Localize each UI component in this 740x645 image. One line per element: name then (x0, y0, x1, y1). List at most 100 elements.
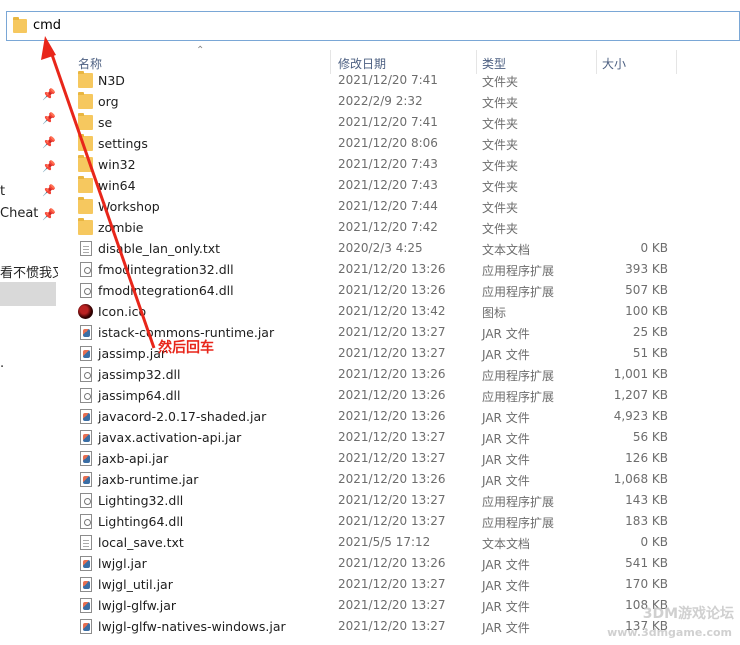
file-row[interactable]: Icon.ico 2021/12/20 13:42 图标 100 KB (60, 301, 740, 322)
file-size: 56 KB (632, 430, 668, 444)
dll-file-icon (80, 283, 92, 298)
file-date: 2021/12/20 13:26 (338, 472, 446, 486)
file-type: 图标 (482, 306, 507, 320)
file-date: 2021/12/20 13:27 (338, 598, 446, 612)
file-type: 应用程序扩展 (482, 264, 555, 278)
nav-item[interactable]: t (0, 184, 58, 199)
file-size: 0 KB (640, 241, 668, 255)
nav-item[interactable]: 看不惯我又 (0, 262, 58, 281)
file-row[interactable]: lwjgl.jar 2021/12/20 13:26 JAR 文件 541 KB (60, 553, 740, 574)
file-row[interactable]: disable_lan_only.txt 2020/2/3 4:25 文本文档 0 K… (60, 238, 740, 259)
jar-file-icon (80, 409, 92, 424)
file-date: 2021/12/20 13:26 (338, 409, 446, 423)
file-date: 2021/12/20 13:26 (338, 388, 446, 402)
folder-icon (78, 113, 93, 130)
file-row[interactable]: zombie 2021/12/20 7:42 文件夹 (60, 217, 740, 238)
file-row[interactable]: jassimp64.dll 2021/12/20 13:26 应用程序扩展 1,207… (60, 385, 740, 406)
file-row[interactable]: Lighting64.dll 2021/12/20 13:27 应用程序扩展 183 … (60, 511, 740, 532)
file-type: 文件夹 (482, 75, 519, 89)
file-row[interactable]: jaxb-api.jar 2021/12/20 13:27 JAR 文件 126 KB (60, 448, 740, 469)
file-row[interactable]: N3D 2021/12/20 7:41 文件夹 (60, 70, 740, 91)
file-name: lwjgl-glfw-natives-windows.jar (98, 619, 286, 634)
file-type: JAR 文件 (482, 600, 530, 614)
folder-icon (78, 155, 93, 172)
file-type: 应用程序扩展 (482, 495, 555, 509)
file-name: local_save.txt (98, 535, 184, 550)
file-size: 507 KB (625, 283, 668, 297)
pin-icon[interactable]: 📌 (42, 160, 56, 173)
file-list: N3D 2021/12/20 7:41 文件夹 org 2022/2/9 2:32 文件夹… (60, 70, 740, 645)
file-type: JAR 文件 (482, 432, 530, 446)
file-row[interactable]: javacord-2.0.17-shaded.jar 2021/12/20 13:… (60, 406, 740, 427)
file-type: JAR 文件 (482, 621, 530, 635)
jar-file-icon (80, 430, 92, 445)
file-row[interactable]: Lighting32.dll 2021/12/20 13:27 应用程序扩展 143 … (60, 490, 740, 511)
file-row[interactable]: win64 2021/12/20 7:43 文件夹 (60, 175, 740, 196)
file-type: JAR 文件 (482, 558, 530, 572)
file-type: JAR 文件 (482, 453, 530, 467)
address-path[interactable]: cmd (33, 18, 61, 33)
file-type: 文件夹 (482, 180, 519, 194)
file-row[interactable]: local_save.txt 2021/5/5 17:12 文本文档 0 KB (60, 532, 740, 553)
file-name: N3D (98, 73, 125, 88)
file-name: Lighting32.dll (98, 493, 184, 508)
pin-icon[interactable]: 📌 (42, 136, 56, 149)
file-name: javax.activation-api.jar (98, 430, 242, 445)
file-row[interactable]: jassimp32.dll 2021/12/20 13:26 应用程序扩展 1,001… (60, 364, 740, 385)
file-row[interactable]: lwjgl-glfw.jar 2021/12/20 13:27 JAR 文件 108 … (60, 595, 740, 616)
file-name: lwjgl-glfw.jar (98, 598, 176, 613)
file-date: 2021/12/20 13:26 (338, 283, 446, 297)
file-type: 应用程序扩展 (482, 285, 555, 299)
nav-item-selected[interactable] (0, 282, 56, 306)
file-type: 文本文档 (482, 537, 531, 551)
address-bar[interactable]: cmd (6, 11, 740, 41)
file-name: Workshop (98, 199, 160, 214)
file-type: 文件夹 (482, 201, 519, 215)
file-type: JAR 文件 (482, 348, 530, 362)
file-row[interactable]: fmodintegration64.dll 2021/12/20 13:26 应用程… (60, 280, 740, 301)
dll-file-icon (80, 493, 92, 508)
text-file-icon (80, 535, 92, 550)
nav-item[interactable]: Cheat (0, 206, 58, 221)
file-name: disable_lan_only.txt (98, 241, 221, 256)
file-type: 文件夹 (482, 138, 519, 152)
pin-icon[interactable]: 📌 (42, 112, 56, 125)
file-name: fmodintegration32.dll (98, 262, 234, 277)
file-row[interactable]: javax.activation-api.jar 2021/12/20 13:27… (60, 427, 740, 448)
file-name: Lighting64.dll (98, 514, 184, 529)
jar-file-icon (80, 346, 92, 361)
folder-icon (78, 134, 93, 151)
dll-file-icon (80, 514, 92, 529)
file-row[interactable]: org 2022/2/9 2:32 文件夹 (60, 91, 740, 112)
file-row[interactable]: win32 2021/12/20 7:43 文件夹 (60, 154, 740, 175)
jar-file-icon (80, 619, 92, 634)
file-row[interactable]: jaxb-runtime.jar 2021/12/20 13:26 JAR 文件 1,… (60, 469, 740, 490)
file-name: org (98, 94, 119, 109)
file-name: Icon.ico (98, 304, 147, 319)
pin-icon[interactable]: 📌 (42, 88, 56, 101)
file-row[interactable]: Workshop 2021/12/20 7:44 文件夹 (60, 196, 740, 217)
file-date: 2021/12/20 13:26 (338, 262, 446, 276)
file-type: 文件夹 (482, 117, 519, 131)
nav-item[interactable]: . (0, 356, 58, 371)
file-date: 2021/12/20 7:44 (338, 199, 438, 213)
file-date: 2021/12/20 7:41 (338, 115, 438, 129)
file-date: 2021/5/5 17:12 (338, 535, 431, 549)
file-row[interactable]: fmodintegration32.dll 2021/12/20 13:26 应用程… (60, 259, 740, 280)
file-type: JAR 文件 (482, 411, 530, 425)
file-row[interactable]: settings 2021/12/20 8:06 文件夹 (60, 133, 740, 154)
file-row[interactable]: se 2021/12/20 7:41 文件夹 (60, 112, 740, 133)
file-date: 2021/12/20 13:27 (338, 493, 446, 507)
file-name: settings (98, 136, 148, 151)
folder-icon (78, 71, 93, 88)
file-row[interactable]: lwjgl_util.jar 2021/12/20 13:27 JAR 文件 170 … (60, 574, 740, 595)
file-name: javacord-2.0.17-shaded.jar (98, 409, 267, 424)
file-size: 100 KB (625, 304, 668, 318)
file-date: 2021/12/20 7:42 (338, 220, 438, 234)
file-type: 文件夹 (482, 222, 519, 236)
file-name: jassimp64.dll (98, 388, 181, 403)
file-name: win64 (98, 178, 136, 193)
file-size: 170 KB (625, 577, 668, 591)
jar-file-icon (80, 577, 92, 592)
folder-icon (78, 218, 93, 235)
